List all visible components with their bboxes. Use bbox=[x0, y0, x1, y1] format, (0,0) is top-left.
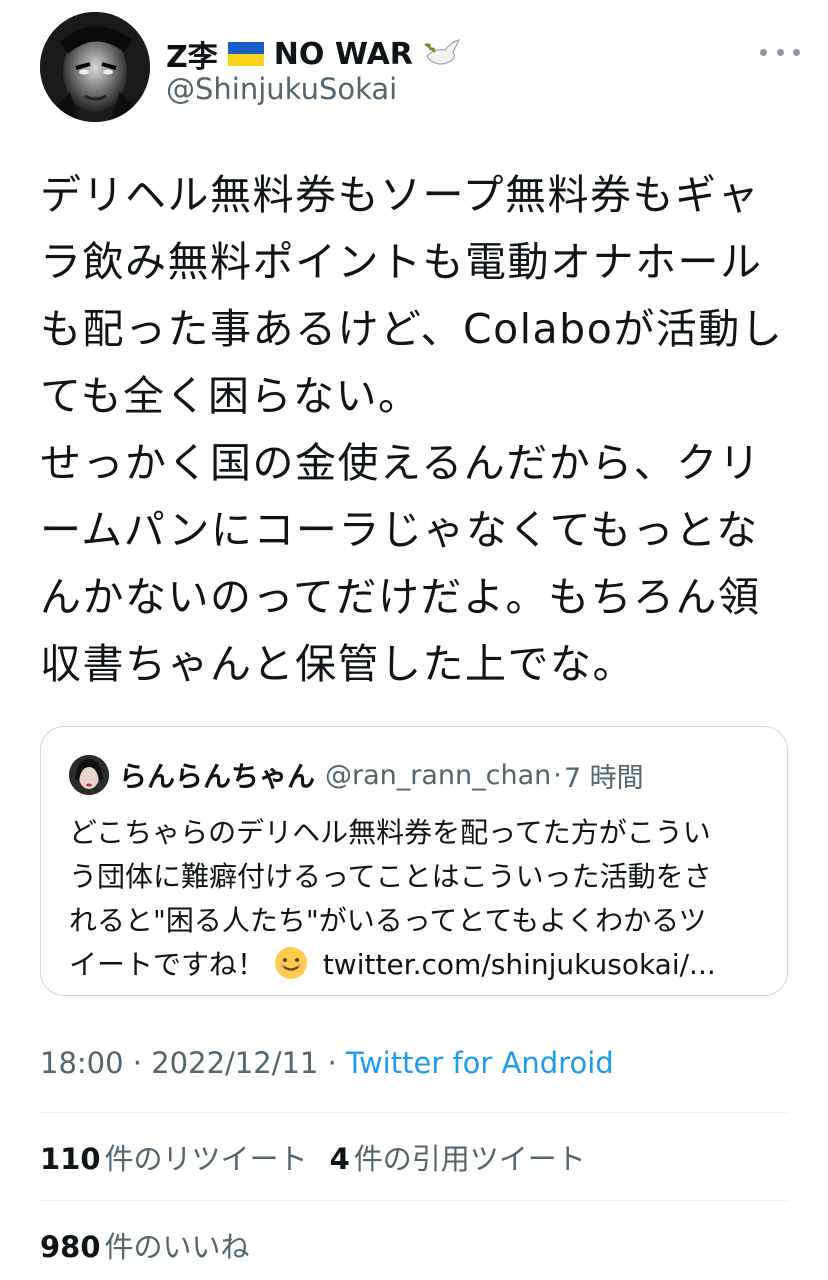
ukraine-flag-icon bbox=[227, 42, 264, 66]
quoted-line: れると"困る人たち"がいるってとてもよくわかるツ bbox=[69, 904, 707, 937]
smiling-face-emoji-icon bbox=[274, 946, 308, 980]
author-handle[interactable]: @ShinjukuSokai bbox=[166, 72, 397, 106]
more-icon[interactable] bbox=[760, 42, 800, 62]
tweet-line: 収書ちゃんと保管した上でな。 bbox=[40, 640, 635, 688]
quoted-time: 7 時間 bbox=[563, 762, 644, 794]
quoted-line: う団体に難癖付けるってことはこういった活動をさ bbox=[69, 860, 712, 893]
tweet-line: も配った事あるけど、Colaboが活動し bbox=[40, 305, 784, 353]
tweet-time[interactable]: 18:00 bbox=[40, 1046, 124, 1080]
quoted-tweet-header: らんらんちゃん @ran_rann_chan · 7 時間 bbox=[69, 755, 644, 795]
retweets-label: 件のリツイート bbox=[104, 1142, 308, 1176]
tweet-meta: 18:00 · 2022/12/11 · Twitter for Android bbox=[40, 1046, 614, 1080]
tweet-line: んかないのってだけだよ。もちろん領 bbox=[40, 573, 761, 621]
quoted-line: どこちゃらのデリヘル無料券を配ってた方がこうい bbox=[69, 816, 711, 849]
tweet-line: ームパンにコーラじゃなくてもっとな bbox=[40, 506, 759, 554]
tweet-line: せっかく国の金使えるんだから、クリ bbox=[40, 439, 762, 487]
dove-icon bbox=[423, 36, 463, 72]
tweet-line: ても全く困らない。 bbox=[40, 372, 421, 420]
retweets-count: 110 bbox=[40, 1142, 101, 1176]
author-display-name: Z李 bbox=[166, 40, 218, 75]
likes-label: 件のいいね bbox=[104, 1230, 250, 1264]
quoted-last-text: イートですね！ bbox=[69, 948, 266, 981]
quoted-author-handle: @ran_rann_chan bbox=[325, 759, 552, 791]
divider bbox=[40, 1200, 788, 1201]
quoted-line-last: イートですね！ twitter.com/shinjukusokai/... bbox=[69, 943, 769, 987]
quotes-stat[interactable]: 4 件の引用ツイート bbox=[330, 1142, 586, 1176]
quoted-author-name: らんらんちゃん bbox=[119, 760, 316, 793]
meta-separator: · bbox=[123, 1046, 152, 1080]
tweet-line: デリヘル無料券もソープ無料券もギャ bbox=[40, 171, 761, 219]
author-slogan: NO WAR bbox=[273, 36, 413, 72]
tweet-line: ラ飲み無料ポイントも電動オナホール bbox=[40, 238, 763, 286]
quoted-link[interactable]: twitter.com/shinjukusokai/... bbox=[323, 948, 716, 981]
tweet-header: Z李 NO WAR @ShinjukuSokai bbox=[40, 12, 800, 122]
quoted-tweet-card[interactable]: らんらんちゃん @ran_rann_chan · 7 時間 どこちゃらのデリヘル無料… bbox=[40, 726, 788, 996]
retweet-stats-row: 110 件のリツイート 4 件の引用ツイート bbox=[40, 1136, 586, 1178]
quotes-count: 4 bbox=[329, 1142, 350, 1176]
retweets-stat[interactable]: 110 件のリツイート bbox=[40, 1142, 308, 1176]
quoted-author-avatar bbox=[69, 755, 109, 795]
meta-separator: · bbox=[318, 1046, 347, 1080]
likes-stats-row[interactable]: 980 件のいいね bbox=[40, 1224, 250, 1266]
tweet-text: デリヘル無料券もソープ無料券もギャ ラ飲み無料ポイントも電動オナホール も配った… bbox=[40, 162, 800, 698]
quoted-separator: · bbox=[553, 759, 562, 791]
author-avatar[interactable] bbox=[40, 12, 150, 122]
tweet-source-link[interactable]: Twitter for Android bbox=[346, 1046, 614, 1080]
tweet-detail-page: Z李 NO WAR @ShinjukuSokai デリヘル無料券もソープ無料券も… bbox=[0, 0, 828, 1280]
quotes-label: 件の引用ツイート bbox=[353, 1142, 586, 1176]
likes-count: 980 bbox=[40, 1230, 101, 1264]
author-name-row[interactable]: Z李 NO WAR bbox=[166, 32, 463, 76]
divider bbox=[40, 1112, 788, 1113]
quoted-tweet-text: どこちゃらのデリヘル無料券を配ってた方がこうい う団体に難癖付けるってことはこう… bbox=[69, 811, 769, 987]
tweet-date[interactable]: 2022/12/11 bbox=[151, 1046, 318, 1080]
